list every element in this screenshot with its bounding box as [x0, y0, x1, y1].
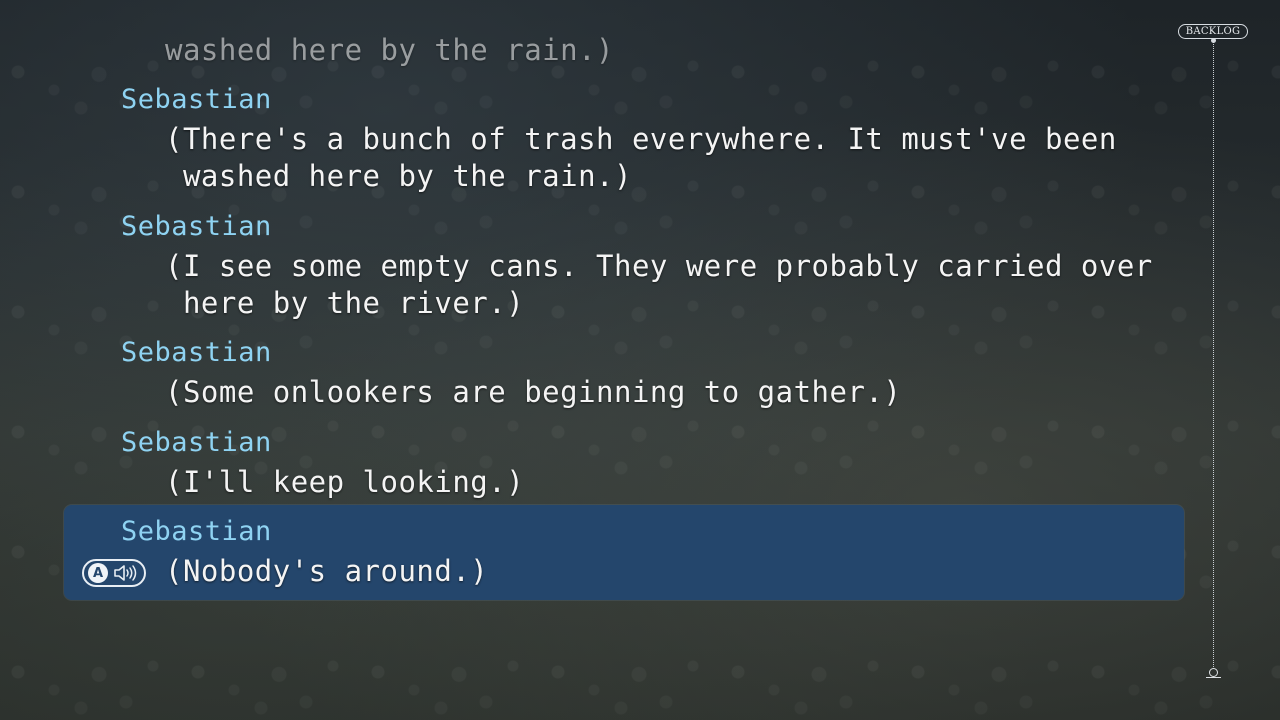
backlog-line: washed here by the rain.) [165, 159, 632, 193]
speaker-name: Sebastian [121, 337, 272, 368]
backlog-title: BACKLOG [1178, 24, 1248, 39]
scrollbar-track[interactable] [1213, 39, 1214, 669]
backlog-line: washed here by the rain.) [165, 33, 614, 67]
backlog-line: (There's a bunch of trash everywhere. It… [165, 122, 1117, 156]
speaker-name: Sebastian [121, 427, 272, 458]
scrollbar-top-marker [1211, 38, 1216, 43]
backlog-line: (Nobody's around.) [165, 554, 489, 588]
backlog-line: here by the river.) [165, 286, 525, 320]
backlog-line: (I'll keep looking.) [165, 465, 525, 499]
backlog-line: (Some onlookers are beginning to gather.… [165, 375, 902, 409]
a-button-icon: A [88, 563, 108, 583]
scrollbar-thumb[interactable] [1206, 668, 1221, 678]
speaker-icon [113, 564, 139, 582]
backlog-list[interactable]: washed here by the rain.) Sebastian (The… [0, 0, 1190, 720]
speaker-name: Sebastian [121, 84, 272, 115]
backlog-line: (I see some empty cans. They were probab… [165, 249, 1153, 283]
replay-voice-button[interactable]: A [82, 559, 146, 587]
speaker-name: Sebastian [121, 211, 272, 242]
speaker-name: Sebastian [121, 516, 272, 547]
